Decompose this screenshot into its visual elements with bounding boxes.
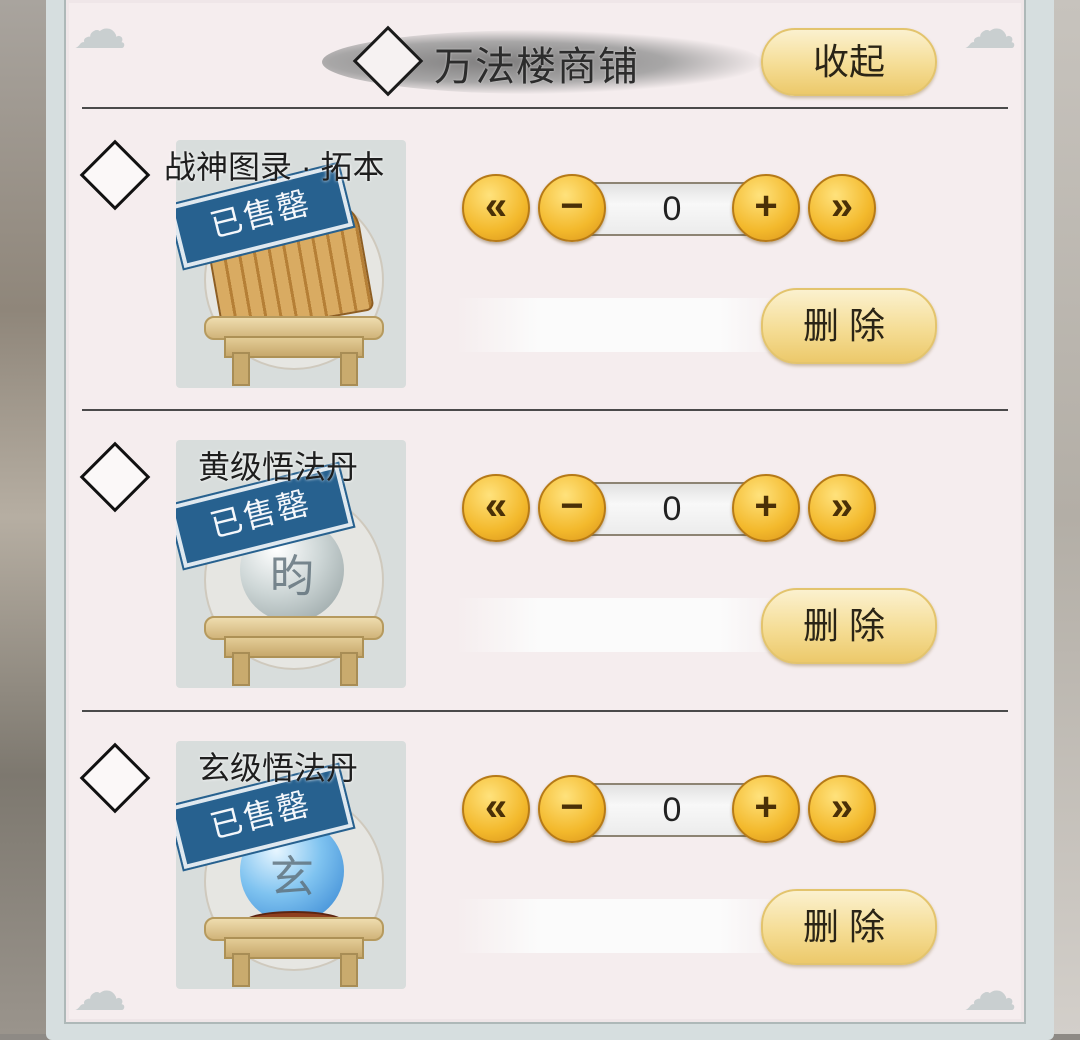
delete-button[interactable]: 删除: [761, 288, 937, 364]
increase-max-button[interactable]: »: [808, 174, 876, 242]
price-bar: [456, 598, 786, 652]
increase-max-button[interactable]: »: [808, 474, 876, 542]
shop-panel: ☁ ☁ ☁ ☁ 万法楼商铺 收起 已售罄 战神图录 · 拓本 0 « − + »…: [64, 0, 1026, 1024]
item-name: 黄级悟法丹: [198, 449, 359, 485]
decrease-button[interactable]: −: [538, 474, 606, 542]
delete-button[interactable]: 删除: [761, 889, 937, 965]
shop-header: 万法楼商铺 收起: [66, 0, 1024, 108]
increase-button[interactable]: +: [732, 174, 800, 242]
decrease-max-button[interactable]: «: [462, 174, 530, 242]
item-select-checkbox[interactable]: [79, 441, 151, 513]
decrease-button[interactable]: −: [538, 775, 606, 843]
divider: [82, 107, 1008, 109]
item-select-checkbox[interactable]: [79, 742, 151, 814]
decrease-max-button[interactable]: «: [462, 474, 530, 542]
increase-button[interactable]: +: [732, 775, 800, 843]
shop-item-row: 昀 已售罄 黄级悟法丹 0 « − + » 删除: [66, 410, 1024, 710]
price-bar: [456, 899, 786, 953]
shop-item-row: 已售罄 战神图录 · 拓本 0 « − + » 删除: [66, 110, 1024, 410]
collapse-button[interactable]: 收起: [761, 28, 937, 96]
increase-max-button[interactable]: »: [808, 775, 876, 843]
shop-title: 万法楼商铺: [434, 45, 639, 89]
increase-button[interactable]: +: [732, 474, 800, 542]
item-select-checkbox[interactable]: [79, 139, 151, 211]
delete-button[interactable]: 删除: [761, 588, 937, 664]
item-name: 战神图录 · 拓本: [164, 149, 385, 185]
decrease-button[interactable]: −: [538, 174, 606, 242]
decrease-max-button[interactable]: «: [462, 775, 530, 843]
shop-item-row: 玄 已售罄 玄级悟法丹 0 « − + » 删除: [66, 711, 1024, 1011]
item-name: 玄级悟法丹: [198, 750, 359, 786]
price-bar: [456, 298, 786, 352]
